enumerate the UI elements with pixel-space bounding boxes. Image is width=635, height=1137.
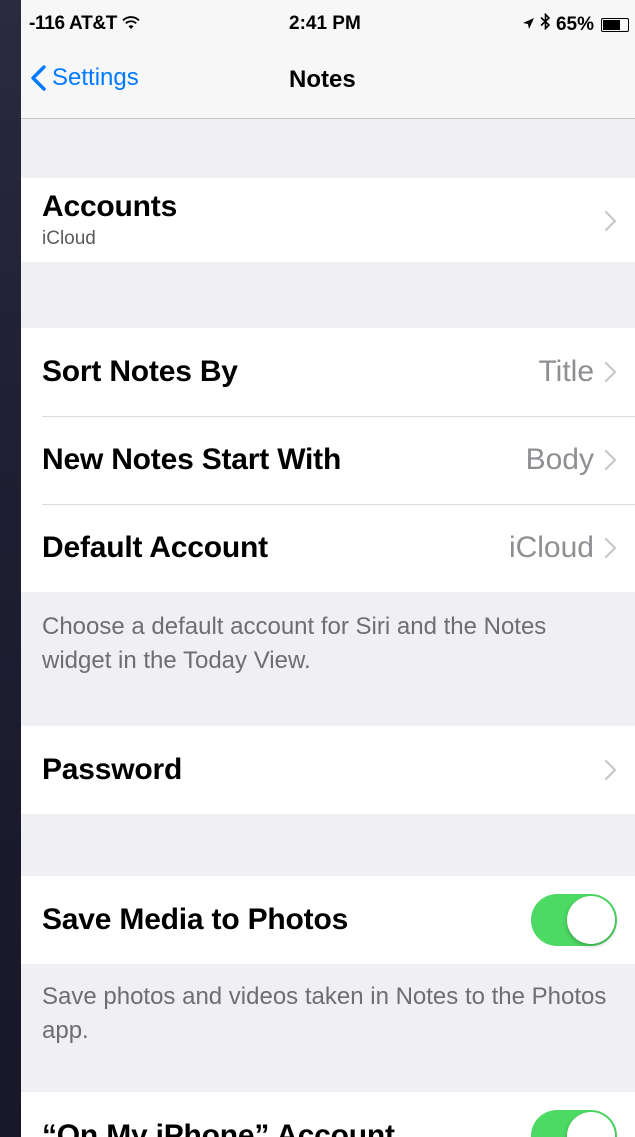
toggle-knob xyxy=(567,1112,615,1137)
chevron-right-icon xyxy=(604,759,617,781)
save-media-label: Save Media to Photos xyxy=(42,903,349,936)
carrier-label: -116 AT&T xyxy=(29,13,118,34)
new-notes-start-label: New Notes Start With xyxy=(42,443,342,476)
save-media-toggle[interactable] xyxy=(531,894,617,946)
back-button-label: Settings xyxy=(52,64,139,91)
battery-level xyxy=(603,19,620,30)
chevron-right-icon xyxy=(604,210,617,232)
sort-notes-label: Sort Notes By xyxy=(42,355,238,388)
on-my-iphone-toggle[interactable] xyxy=(531,1110,617,1137)
carrier-signal: -116 AT&T xyxy=(29,13,140,35)
password-group: Password xyxy=(21,726,635,814)
new-notes-start-row[interactable]: New Notes Start With Body xyxy=(21,416,635,504)
save-media-footer: Save photos and videos taken in Notes to… xyxy=(42,983,607,1044)
navigation-bar: Settings Notes xyxy=(21,44,635,119)
settings-screen: -116 AT&T 2:41 PM 65% Settings Notes Acc… xyxy=(21,0,635,1137)
accounts-label: Accounts xyxy=(42,190,178,223)
clock: 2:41 PM xyxy=(289,13,361,34)
chevron-right-icon xyxy=(604,361,617,383)
accounts-group: Accounts iCloud xyxy=(21,178,635,262)
default-account-footer: Choose a default account for Siri and th… xyxy=(42,613,547,674)
note-options-group: Sort Notes By Title New Notes Start With… xyxy=(21,328,635,592)
default-account-value: iCloud xyxy=(508,531,594,564)
status-indicators: 65% xyxy=(522,12,629,36)
default-account-label: Default Account xyxy=(42,531,268,564)
new-notes-start-value: Body xyxy=(525,443,594,476)
sort-notes-row[interactable]: Sort Notes By Title xyxy=(21,328,635,416)
accounts-row[interactable]: Accounts iCloud xyxy=(21,178,635,262)
wifi-icon xyxy=(122,13,140,34)
password-label: Password xyxy=(42,753,183,786)
page-title: Notes xyxy=(289,66,356,93)
toggle-knob xyxy=(567,896,615,944)
chevron-right-icon xyxy=(604,537,617,559)
save-media-row: Save Media to Photos xyxy=(21,876,635,964)
on-my-iphone-group: “On My iPhone” Account xyxy=(21,1092,635,1137)
chevron-left-icon xyxy=(31,65,46,91)
back-button[interactable]: Settings xyxy=(31,64,139,92)
on-my-iphone-label: “On My iPhone” Account xyxy=(42,1119,395,1137)
default-account-row[interactable]: Default Account iCloud xyxy=(21,504,635,592)
location-arrow-icon xyxy=(522,14,535,36)
on-my-iphone-row: “On My iPhone” Account xyxy=(21,1092,635,1137)
battery-percent: 65% xyxy=(555,13,594,35)
battery-icon xyxy=(601,17,629,32)
media-group: Save Media to Photos xyxy=(21,876,635,964)
sort-notes-value: Title xyxy=(538,355,594,388)
status-bar: -116 AT&T 2:41 PM 65% xyxy=(21,0,635,44)
password-row[interactable]: Password xyxy=(21,726,635,814)
accounts-subtitle: iCloud xyxy=(42,228,96,249)
bluetooth-icon xyxy=(540,12,551,36)
chevron-right-icon xyxy=(604,449,617,471)
